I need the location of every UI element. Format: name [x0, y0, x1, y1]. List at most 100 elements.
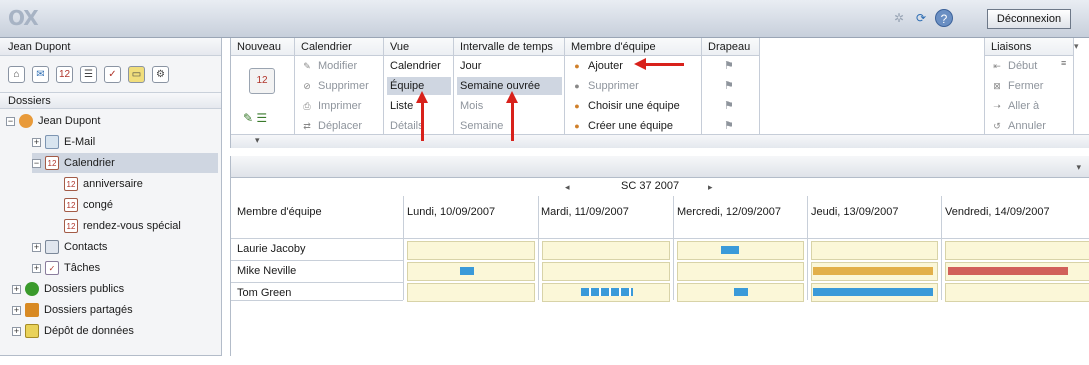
appointment-bar[interactable] — [813, 288, 933, 296]
vue-liste-button[interactable]: Liste — [390, 97, 413, 115]
expand-icon[interactable]: + — [12, 305, 21, 315]
tree-item-depot-de-donnees[interactable]: + Dépôt de données — [12, 321, 134, 341]
chevron-down-icon[interactable]: ▾ — [255, 135, 260, 146]
expand-icon[interactable]: + — [12, 284, 21, 294]
collapse-icon[interactable]: − — [32, 158, 41, 168]
contacts-icon[interactable]: ☰ — [80, 66, 97, 83]
appointment-bar[interactable] — [948, 267, 1068, 275]
tree-item-conge[interactable]: 12 congé — [64, 195, 113, 215]
create-team-icon: ● — [574, 121, 580, 132]
schedule-cell[interactable] — [945, 283, 1089, 302]
member-name[interactable]: Tom Green — [237, 287, 291, 299]
tree-item-email[interactable]: + E-Mail — [32, 132, 95, 152]
group-header: Nouveau — [231, 38, 294, 56]
appointment-bar[interactable] — [813, 267, 933, 275]
tasks-icon[interactable]: ✓ — [104, 66, 121, 83]
schedule-cell[interactable] — [407, 283, 535, 302]
intervalle-mois-button[interactable]: Mois — [460, 97, 483, 115]
tree-item-anniversaire[interactable]: 12 anniversaire — [64, 174, 143, 194]
annotation-arrow — [646, 63, 684, 66]
calendar-icon[interactable]: 12 — [56, 66, 73, 83]
schedule-cell[interactable] — [811, 241, 938, 260]
next-week-icon[interactable]: ▸ — [708, 182, 713, 193]
expand-icon[interactable]: + — [32, 137, 41, 147]
appointment-bar[interactable] — [734, 288, 748, 296]
app-switcher: ⌂ ✉ 12 ☰ ✓ ▭ ⚙ — [0, 56, 221, 92]
liaisons-annuler-button[interactable]: ↺ Annuler — [991, 117, 1046, 135]
schedule-cell[interactable] — [542, 262, 670, 281]
tree-item-contacts[interactable]: + Contacts — [32, 237, 107, 257]
menu-icon[interactable]: ≡ — [1061, 58, 1066, 68]
item-label: Aller à — [1008, 100, 1040, 112]
refresh-icon[interactable]: ⟳ — [912, 9, 930, 27]
group-calendrier: Calendrier ✎ Modifier ⊘ Supprimer ⎙ Imprime… — [295, 38, 384, 134]
schedule-cell[interactable] — [407, 241, 535, 260]
appointment-bar[interactable] — [581, 288, 633, 296]
imprimer-button[interactable]: ⎙ Imprimer — [301, 97, 361, 115]
collapse-icon[interactable]: − — [6, 116, 15, 126]
chevron-down-icon[interactable]: ▾ — [1076, 162, 1081, 173]
intervalle-semaine-button[interactable]: Semaine — [460, 117, 503, 135]
tree-item-rendez-vous-special[interactable]: 12 rendez-vous spécial — [64, 216, 181, 236]
membre-creer-equipe-button[interactable]: ● Créer une équipe — [571, 117, 673, 135]
membre-ajouter-button[interactable]: ● Ajouter — [571, 57, 623, 75]
new-appointment-icon[interactable]: 12 — [249, 68, 275, 94]
settings-icon[interactable]: ⚙ — [152, 66, 169, 83]
divider — [231, 300, 403, 301]
schedule-cell[interactable] — [677, 262, 804, 281]
tree-item-taches[interactable]: + ✓ Tâches — [32, 258, 100, 278]
intervalle-jour-button[interactable]: Jour — [460, 57, 481, 75]
flag-icon[interactable]: ⚑ — [724, 117, 734, 135]
liaisons-debut-button[interactable]: ⇤ Début — [991, 57, 1037, 75]
schedule-cell[interactable] — [677, 241, 804, 260]
flag-icon[interactable]: ⚑ — [724, 97, 734, 115]
vue-details-button[interactable]: Détails — [390, 117, 424, 135]
new-task-icon[interactable]: ✎ ☰ — [243, 111, 267, 125]
expand-icon[interactable]: + — [32, 242, 41, 252]
expand-icon[interactable]: + — [12, 326, 21, 336]
expand-icon[interactable]: + — [32, 263, 41, 273]
day-header-wednesday[interactable]: Mercredi, 12/09/2007 — [677, 206, 781, 218]
appointment-bar[interactable] — [721, 246, 739, 254]
deplacer-button[interactable]: ⇄ Déplacer — [301, 117, 362, 135]
day-header-monday[interactable]: Lundi, 10/09/2007 — [407, 206, 495, 218]
membre-choisir-equipe-button[interactable]: ● Choisir une équipe — [571, 97, 680, 115]
schedule-cell[interactable] — [542, 241, 670, 260]
tree-item-jean-dupont[interactable]: − Jean Dupont — [6, 111, 100, 131]
tree-item-dossiers-publics[interactable]: + Dossiers publics — [12, 279, 124, 299]
divider — [231, 238, 1089, 239]
chevron-down-icon[interactable]: ▾ — [1074, 41, 1079, 52]
item-label: Choisir une équipe — [588, 100, 680, 112]
day-header-friday[interactable]: Vendredi, 14/09/2007 — [945, 206, 1050, 218]
flag-icon[interactable]: ⚑ — [724, 77, 734, 95]
divider — [941, 196, 942, 300]
tree-item-dossiers-partages[interactable]: + Dossiers partagés — [12, 300, 133, 320]
help-icon[interactable]: ? — [935, 9, 953, 27]
liaisons-aller-a-button[interactable]: ➝ Aller à — [991, 97, 1039, 115]
prev-week-icon[interactable]: ◂ — [565, 182, 570, 193]
member-name[interactable]: Mike Neville — [237, 265, 296, 277]
portal-icon[interactable]: ⌂ — [8, 66, 25, 83]
remove-user-icon: ● — [574, 81, 580, 92]
logout-button[interactable]: Déconnexion — [987, 9, 1071, 29]
folders-header: Dossiers — [0, 92, 221, 109]
liaisons-fermer-button[interactable]: ⊠ Fermer — [991, 77, 1043, 95]
group-header: Calendrier — [295, 38, 383, 56]
vue-calendrier-button[interactable]: Calendrier — [390, 57, 441, 75]
member-name[interactable]: Laurie Jacoby — [237, 243, 306, 255]
day-header-tuesday[interactable]: Mardi, 11/09/2007 — [541, 206, 629, 218]
day-header-thursday[interactable]: Jeudi, 13/09/2007 — [811, 206, 898, 218]
flag-icon[interactable]: ⚑ — [724, 57, 734, 75]
supprimer-button[interactable]: ⊘ Supprimer — [301, 77, 369, 95]
mail-icon[interactable]: ✉ — [32, 66, 49, 83]
top-bar: OX ✲ ⟳ ? Déconnexion — [0, 0, 1089, 38]
add-user-icon: ● — [574, 61, 580, 72]
modifier-button[interactable]: ✎ Modifier — [301, 57, 357, 75]
tree-item-calendrier[interactable]: −12 Calendrier — [32, 153, 218, 173]
infostore-icon[interactable]: ▭ — [128, 66, 145, 83]
appointment-bar[interactable] — [460, 267, 474, 275]
membre-supprimer-button[interactable]: ● Supprimer — [571, 77, 638, 95]
schedule-cell[interactable] — [945, 241, 1089, 260]
group-nouveau: Nouveau 12 ✎ ☰ — [231, 38, 295, 134]
user-header: Jean Dupont — [0, 38, 221, 56]
